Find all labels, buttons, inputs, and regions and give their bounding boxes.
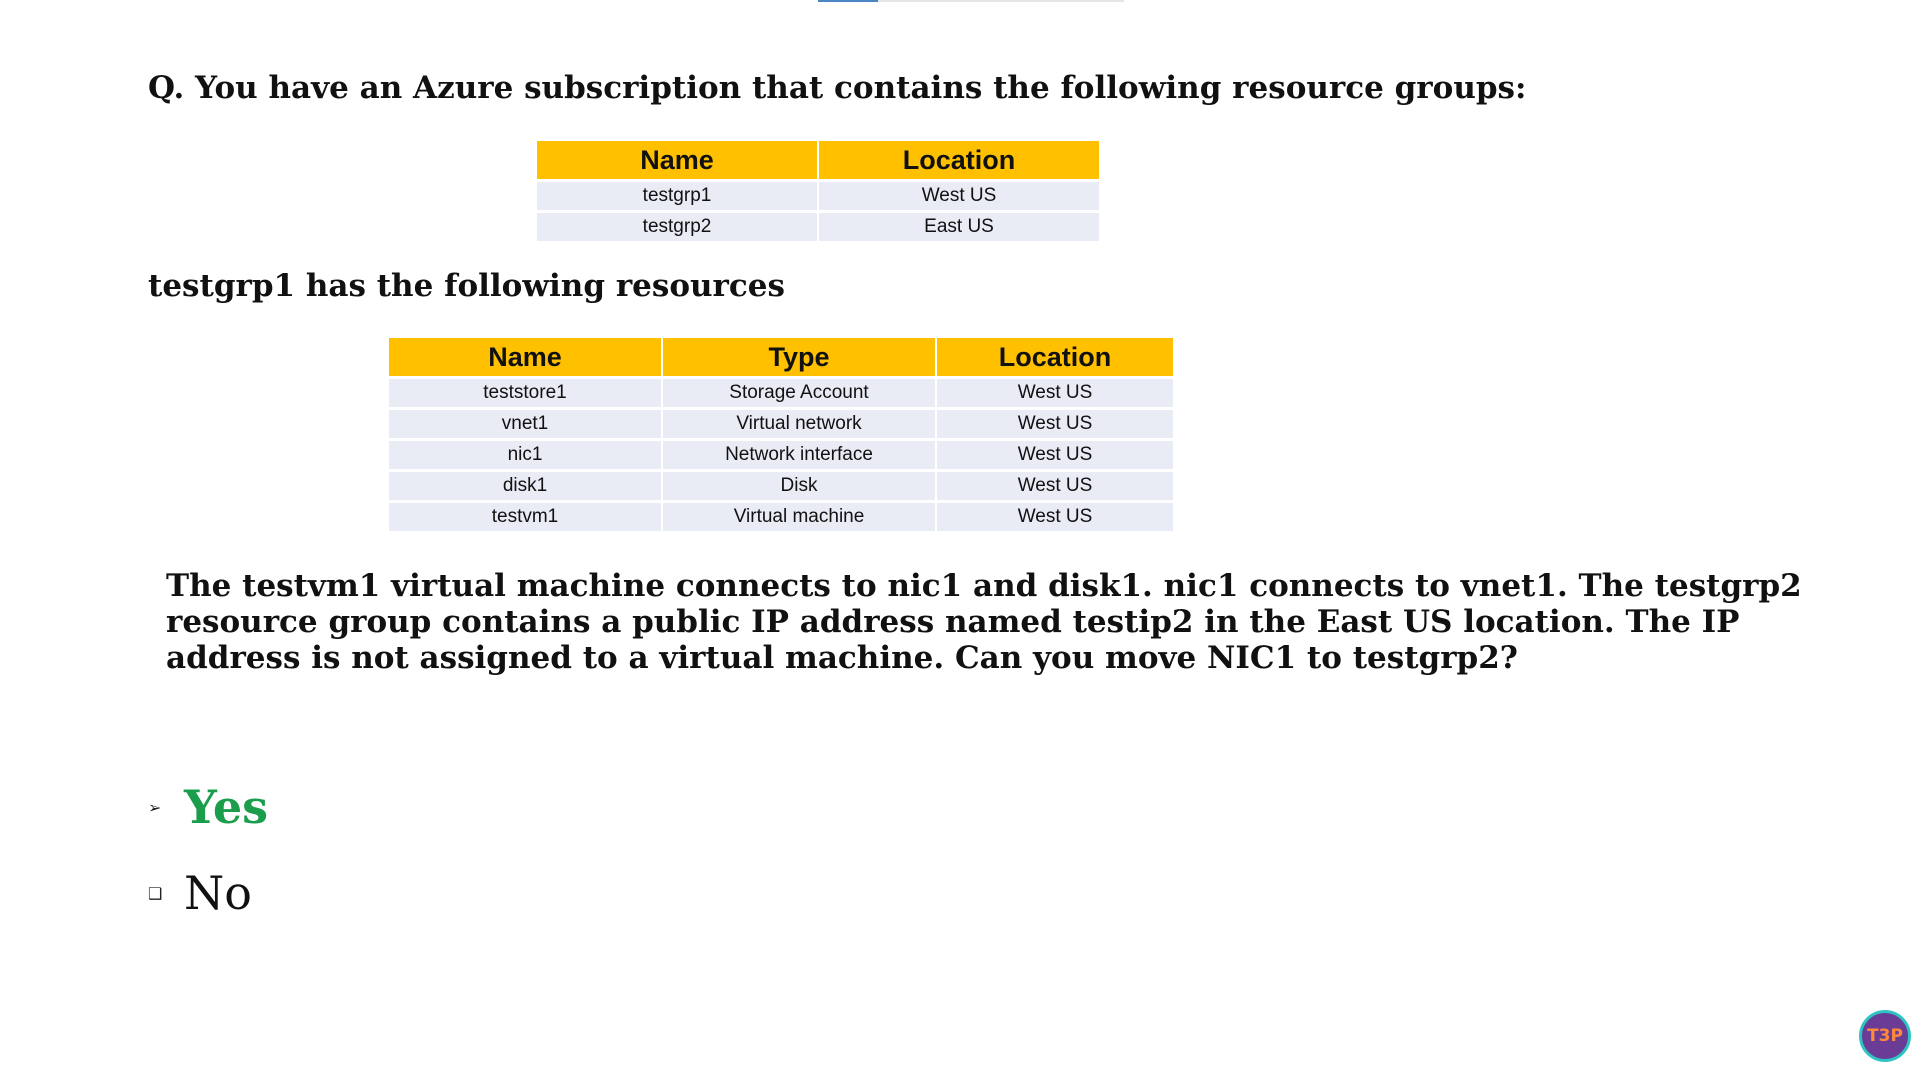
column-header-location: Location [936, 338, 1173, 378]
question-body: The testvm1 virtual machine connects to … [166, 568, 1802, 676]
table-row: testgrp1 West US [537, 179, 1099, 212]
table-cell: Virtual machine [662, 500, 937, 531]
table-cell: West US [818, 179, 1099, 212]
table-cell: Virtual network [662, 407, 937, 440]
table-cell: disk1 [389, 469, 663, 502]
table-row: teststore1 Storage Account West US [389, 376, 1173, 409]
resources-table: Name Type Location teststore1 Storage Ac… [389, 338, 1173, 531]
column-header-name: Name [537, 141, 819, 181]
table-cell: testvm1 [389, 500, 663, 531]
table-header-row: Name Type Location [389, 338, 1173, 378]
table-row: testvm1 Virtual machine West US [389, 500, 1173, 531]
table-cell: vnet1 [389, 407, 663, 440]
resource-groups-table: Name Location testgrp1 West US testgrp2 … [537, 141, 1099, 241]
table-row: disk1 Disk West US [389, 469, 1173, 502]
column-header-location: Location [818, 141, 1099, 181]
square-bullet-icon: ❑ [148, 883, 163, 903]
resources-heading: testgrp1 has the following resources [148, 268, 785, 304]
active-tab-accent [818, 0, 878, 2]
answer-option-yes[interactable]: ➢ Yes [148, 780, 268, 834]
table-cell: testgrp2 [537, 210, 819, 241]
column-header-type: Type [662, 338, 937, 378]
table-row: testgrp2 East US [537, 210, 1099, 241]
table-cell: teststore1 [389, 376, 663, 409]
answer-option-no[interactable]: ❑ No [148, 866, 252, 920]
table-cell: Storage Account [662, 376, 937, 409]
question-title: Q. You have an Azure subscription that c… [148, 70, 1527, 106]
answer-label-yes: Yes [184, 780, 269, 834]
table-row: vnet1 Virtual network West US [389, 407, 1173, 440]
table-cell: West US [936, 438, 1173, 471]
arrow-bullet-icon: ➢ [148, 797, 162, 817]
table-cell: West US [936, 376, 1173, 409]
table-cell: nic1 [389, 438, 663, 471]
table-row: nic1 Network interface West US [389, 438, 1173, 471]
answer-label-no: No [184, 866, 252, 920]
table-cell: Disk [662, 469, 937, 502]
table-cell: testgrp1 [537, 179, 819, 212]
channel-logo: T3P [1859, 1010, 1911, 1062]
table-cell: Network interface [662, 438, 937, 471]
table-cell: West US [936, 407, 1173, 440]
top-tab-indicator [818, 0, 1124, 2]
table-cell: East US [818, 210, 1099, 241]
column-header-name: Name [389, 338, 663, 378]
table-cell: West US [936, 500, 1173, 531]
table-header-row: Name Location [537, 141, 1099, 181]
table-cell: West US [936, 469, 1173, 502]
